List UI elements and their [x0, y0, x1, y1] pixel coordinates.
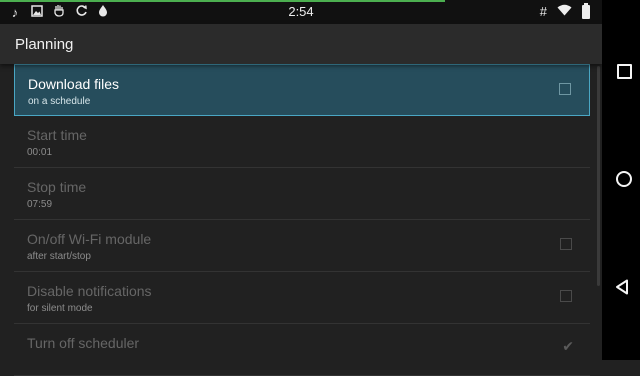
navigation-bar — [602, 0, 640, 360]
stop-time-setting[interactable]: Stop time 07:59 — [14, 168, 590, 220]
wifi-icon — [557, 4, 572, 19]
setting-subtitle: on a schedule — [28, 96, 91, 107]
hash-icon: # — [539, 4, 547, 19]
download-files-setting[interactable]: Download files on a schedule — [14, 64, 590, 116]
recents-icon[interactable] — [617, 64, 632, 79]
page-title: Planning — [15, 36, 74, 53]
start-time-setting[interactable]: Start time 00:01 — [14, 116, 590, 168]
setting-value: 00:01 — [27, 147, 53, 158]
setting-title: Disable notifications — [27, 283, 152, 299]
wifi-module-setting[interactable]: On/off Wi-Fi module after start/stop — [14, 220, 590, 272]
setting-title: Stop time — [27, 179, 87, 195]
back-icon[interactable] — [615, 279, 629, 300]
setting-title: Download files — [28, 76, 120, 92]
home-icon[interactable] — [616, 171, 632, 187]
setting-title: Turn off scheduler — [27, 335, 140, 351]
settings-list: Download files on a schedule Start time … — [14, 64, 590, 376]
setting-value: 07:59 — [27, 199, 53, 210]
system-icons: # — [539, 2, 590, 19]
setting-subtitle: after start/stop — [27, 251, 91, 262]
turn-off-scheduler-checkbox-checked-icon[interactable]: ✔ — [562, 338, 574, 355]
setting-title: On/off Wi-Fi module — [27, 231, 152, 247]
disable-notifications-checkbox[interactable] — [560, 290, 572, 302]
disable-notifications-setting[interactable]: Disable notifications for silent mode — [14, 272, 590, 324]
download-files-checkbox[interactable] — [559, 83, 571, 95]
clock: 2:54 — [288, 4, 314, 19]
battery-icon — [582, 2, 590, 19]
scrollbar[interactable] — [597, 66, 600, 286]
setting-title: Start time — [27, 127, 87, 143]
download-progress-bar — [0, 0, 445, 2]
turn-off-scheduler-setting[interactable]: Turn off scheduler ✔ — [14, 324, 590, 376]
wifi-module-checkbox[interactable] — [560, 238, 572, 250]
status-bar: ♪ 2:54 # — [0, 0, 602, 24]
setting-subtitle: for silent mode — [27, 303, 93, 314]
action-bar: Planning — [0, 24, 602, 64]
